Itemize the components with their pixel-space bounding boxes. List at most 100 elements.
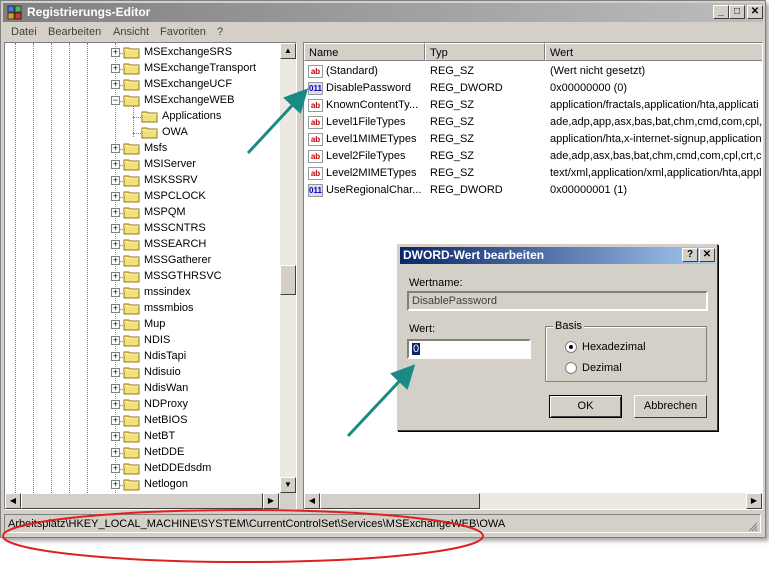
tree-expander-icon[interactable]: + xyxy=(111,464,120,473)
folder-icon xyxy=(123,222,140,235)
registry-tree-pane[interactable]: + MSExchangeSRS + MSExchangeTransport + MSExc… xyxy=(4,42,297,510)
string-value-icon: ab xyxy=(308,99,323,112)
menu-favoriten[interactable]: Favoriten xyxy=(160,26,206,38)
tree-expander-icon[interactable]: + xyxy=(111,400,120,409)
value-data: 0x00000001 (1) xyxy=(550,184,628,196)
title-bar[interactable]: Registrierungs-Editor _ □ ✕ xyxy=(3,3,763,22)
maximize-button[interactable]: □ xyxy=(729,5,745,19)
value-data-label: Wert: xyxy=(409,323,436,335)
value-row[interactable]: ab Level1FileTypes REG_SZ ade,adp,app,asx,b… xyxy=(304,114,762,131)
tree-expander-icon[interactable]: + xyxy=(111,64,120,73)
tree-expander-icon[interactable]: + xyxy=(111,240,120,249)
value-data: (Wert nicht gesetzt) xyxy=(550,65,646,77)
ok-button[interactable]: OK xyxy=(549,395,622,418)
resize-grip-icon[interactable] xyxy=(748,522,758,532)
tree-expander-icon[interactable]: + xyxy=(111,304,120,313)
window-title: Registrierungs-Editor xyxy=(27,5,151,19)
column-header-type[interactable]: Typ xyxy=(425,43,545,61)
cancel-button[interactable]: Abbrechen xyxy=(634,395,707,418)
scroll-left-arrow-icon[interactable]: ◀ xyxy=(304,493,320,509)
folder-icon xyxy=(123,78,140,91)
close-button[interactable]: ✕ xyxy=(747,5,763,19)
dialog-title-bar[interactable]: DWORD-Wert bearbeiten ? ✕ xyxy=(400,247,715,264)
radio-hexadecimal-label[interactable]: Hexadezimal xyxy=(582,341,646,353)
value-row[interactable]: 011 UseRegionalChar... REG_DWORD 0x00000001… xyxy=(304,182,762,199)
tree-expander-icon[interactable]: + xyxy=(111,384,120,393)
tree-expander-icon[interactable]: + xyxy=(111,352,120,361)
tree-expander-icon[interactable]: + xyxy=(111,224,120,233)
tree-expander-icon[interactable]: + xyxy=(111,48,120,57)
tree-guide-line xyxy=(87,43,88,493)
tree-expander-icon[interactable]: + xyxy=(111,480,120,489)
tree-expander-icon[interactable]: + xyxy=(111,272,120,281)
folder-icon xyxy=(123,398,140,411)
radio-hexadecimal[interactable] xyxy=(565,341,577,353)
tree-expander-icon[interactable]: + xyxy=(111,336,120,345)
dialog-close-button[interactable]: ✕ xyxy=(699,248,715,262)
tree-scroll-thumb[interactable] xyxy=(280,265,296,295)
scroll-right-arrow-icon[interactable]: ▶ xyxy=(746,493,762,509)
status-bar: Arbeitsplatz\HKEY_LOCAL_MACHINE\SYSTEM\C… xyxy=(4,514,761,533)
tree-item-label: MSExchangeUCF xyxy=(144,78,233,90)
tree-expander-icon[interactable]: + xyxy=(111,288,120,297)
folder-icon xyxy=(123,254,140,267)
value-row[interactable]: ab Level2MIMETypes REG_SZ text/xml,applicat… xyxy=(304,165,762,182)
folder-icon xyxy=(123,62,140,75)
value-row[interactable]: 011 DisablePassword REG_DWORD 0x00000000 (0… xyxy=(304,80,762,97)
tree-item-label: MSIServer xyxy=(144,158,196,170)
scroll-left-arrow-icon[interactable]: ◀ xyxy=(5,493,21,509)
value-row[interactable]: ab Level2FileTypes REG_SZ ade,adp,asx,bas,b… xyxy=(304,148,762,165)
pane-splitter[interactable] xyxy=(297,42,303,510)
menu-help[interactable]: ? xyxy=(217,26,223,38)
menu-bearbeiten[interactable]: Bearbeiten xyxy=(48,26,101,38)
scroll-corner xyxy=(280,493,296,509)
value-row[interactable]: ab (Standard) REG_SZ (Wert nicht gesetzt) xyxy=(304,63,762,80)
tree-item-label: MSSEARCH xyxy=(144,238,207,250)
value-row[interactable]: ab KnownContentTy... REG_SZ application/fra… xyxy=(304,97,762,114)
tree-expander-icon[interactable]: + xyxy=(111,432,120,441)
string-value-icon: ab xyxy=(308,133,323,146)
menu-ansicht[interactable]: Ansicht xyxy=(113,26,149,38)
string-value-icon: ab xyxy=(308,65,323,78)
tree-expander-icon[interactable]: + xyxy=(111,416,120,425)
tree-expander-icon[interactable]: + xyxy=(111,80,120,89)
list-hscroll-thumb[interactable] xyxy=(320,493,480,509)
tree-item-label: mssindex xyxy=(144,286,191,298)
tree-expander-icon[interactable]: + xyxy=(111,256,120,265)
radio-decimal-label[interactable]: Dezimal xyxy=(582,362,622,374)
tree-expander-icon[interactable]: + xyxy=(111,320,120,329)
folder-icon xyxy=(123,302,140,315)
binary-value-icon: 011 xyxy=(308,82,323,95)
tree-hscroll-thumb[interactable] xyxy=(21,493,263,509)
value-type: REG_SZ xyxy=(430,150,475,162)
column-header-name[interactable]: Name xyxy=(304,43,425,61)
tree-item-label: NdisWan xyxy=(144,382,189,394)
basis-group-label: Basis xyxy=(553,320,584,332)
value-type: REG_SZ xyxy=(430,65,475,77)
dialog-help-button[interactable]: ? xyxy=(682,248,698,262)
value-name-label: Wertname: xyxy=(409,277,463,289)
tree-expander-icon[interactable]: + xyxy=(111,160,120,169)
tree-expander-icon[interactable]: + xyxy=(111,208,120,217)
scroll-down-arrow-icon[interactable]: ▼ xyxy=(280,477,296,493)
radio-decimal[interactable] xyxy=(565,362,577,374)
tree-guide-line xyxy=(69,43,70,493)
tree-expander-icon[interactable]: − xyxy=(111,96,120,105)
tree-expander-icon[interactable]: + xyxy=(111,192,120,201)
tree-expander-icon[interactable]: + xyxy=(111,448,120,457)
scroll-right-arrow-icon[interactable]: ▶ xyxy=(263,493,279,509)
scroll-up-arrow-icon[interactable]: ▲ xyxy=(280,43,296,59)
value-data-input[interactable]: 0 xyxy=(407,339,531,359)
tree-expander-icon[interactable]: + xyxy=(111,144,120,153)
tree-expander-icon[interactable]: + xyxy=(111,368,120,377)
tree-expander-icon[interactable]: + xyxy=(111,176,120,185)
value-row[interactable]: ab Level1MIMETypes REG_SZ application/hta,x… xyxy=(304,131,762,148)
tree-guide-line xyxy=(115,43,116,493)
value-name: KnownContentTy... xyxy=(326,99,419,111)
value-type: REG_SZ xyxy=(430,116,475,128)
folder-icon xyxy=(141,126,158,139)
column-header-value[interactable]: Wert xyxy=(545,43,762,61)
folder-icon xyxy=(123,270,140,283)
menu-datei[interactable]: Datei xyxy=(11,26,37,38)
minimize-button[interactable]: _ xyxy=(713,5,729,19)
